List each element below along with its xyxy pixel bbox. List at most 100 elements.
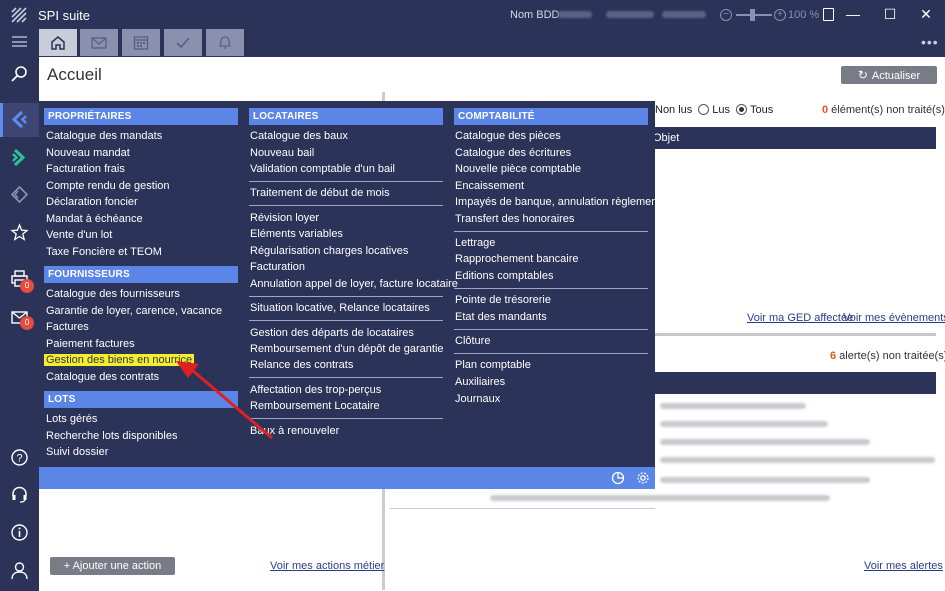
menu-item[interactable]: Impayés de banque, annulation règlement xyxy=(455,196,660,208)
menu-separator xyxy=(454,353,648,354)
menu-item[interactable]: Gestion des départs de locataires xyxy=(250,327,414,339)
filter-tous-radio[interactable] xyxy=(736,104,748,115)
link-see-alerts[interactable]: Voir mes alertes xyxy=(864,560,943,572)
menu-item[interactable]: Baux à renouveler xyxy=(250,425,339,437)
tab-calendar[interactable] xyxy=(122,29,160,56)
menu-separator xyxy=(249,181,443,182)
add-business-action-button[interactable]: + Ajouter une action métier xyxy=(50,557,175,590)
link-see-ged[interactable]: Voir ma GED affectée xyxy=(747,312,853,324)
pie-chart-icon[interactable] xyxy=(611,471,625,485)
menu-item[interactable]: Taxe Foncière et TEOM xyxy=(46,246,162,258)
tab-tasks[interactable] xyxy=(164,29,202,56)
menu-item[interactable]: Déclaration foncier xyxy=(46,196,138,208)
settings-gear-icon[interactable] xyxy=(636,471,650,485)
database-name-label: Nom BDD xyxy=(510,9,560,21)
menu-item[interactable]: Remboursement Locataire xyxy=(250,400,380,412)
menu-item[interactable]: Pointe de trésorerie xyxy=(455,294,551,306)
column-objet[interactable]: Objet xyxy=(653,132,679,144)
menu-item[interactable]: Mandat à échéance xyxy=(46,213,143,225)
diamond-arrows-icon[interactable] xyxy=(10,185,29,204)
menu-item[interactable]: Factures xyxy=(46,321,89,333)
menu-item[interactable]: Journaux xyxy=(455,393,500,405)
menu-item[interactable]: Recherche lots disponibles xyxy=(46,430,177,442)
menu-item[interactable]: Catalogue des pièces xyxy=(455,130,561,142)
menu-item[interactable]: Lettrage xyxy=(455,237,495,249)
menu-item-highlighted[interactable]: Gestion des biens en nourrice xyxy=(44,354,195,366)
mail-badge: 0 xyxy=(20,316,34,330)
database-info-blurred xyxy=(606,11,654,18)
menu-item[interactable]: Catalogue des contrats xyxy=(46,371,159,383)
tab-home[interactable] xyxy=(39,29,77,56)
menu-item[interactable]: Catalogue des mandats xyxy=(46,130,162,142)
calendar-icon xyxy=(133,36,149,50)
mega-menu: PROPRIÉTAIRES Catalogue des mandats Nouv… xyxy=(39,101,660,489)
menu-item[interactable]: Rapprochement bancaire xyxy=(455,253,579,265)
menu-separator xyxy=(454,329,648,330)
link-see-actions[interactable]: Voir mes actions métier xyxy=(270,560,384,572)
menu-item[interactable]: Paiement factures xyxy=(46,338,135,350)
blurred-alert-row xyxy=(660,421,828,427)
menu-item[interactable]: Auxiliaires xyxy=(455,376,505,388)
close-button[interactable]: ✕ xyxy=(915,4,937,24)
menu-item[interactable]: Annulation appel de loyer, facture locat… xyxy=(250,278,458,290)
menu-item[interactable]: Traitement de début de mois xyxy=(250,187,390,199)
menu-item[interactable]: Remboursement d'un dépôt de garantie xyxy=(250,343,444,355)
untreated-elements-count: 0 élément(s) non traité(s) xyxy=(822,104,945,116)
zoom-slider-thumb[interactable] xyxy=(750,9,755,21)
menu-item[interactable]: Relance des contrats xyxy=(250,359,353,371)
zoom-in-button[interactable]: + xyxy=(774,9,786,21)
menu-item[interactable]: Encaissement xyxy=(455,180,524,192)
link-see-events[interactable]: Voir mes évènements xyxy=(843,312,945,324)
horizontal-scrollbar[interactable] xyxy=(655,333,936,336)
document-icon[interactable] xyxy=(823,8,834,21)
tab-notifications[interactable] xyxy=(206,29,244,56)
zoom-out-button[interactable]: − xyxy=(720,9,732,21)
menu-item[interactable]: Validation comptable d'un bail xyxy=(250,163,395,175)
filter-lus-radio[interactable] xyxy=(698,104,710,115)
menu-item[interactable]: Suivi dossier xyxy=(46,446,108,458)
menu-item[interactable]: Eléments variables xyxy=(250,228,343,240)
menu-item[interactable]: Régularisation charges locatives xyxy=(250,245,408,257)
menu-item[interactable]: Etat des mandants xyxy=(455,311,547,323)
refresh-button[interactable]: ↻ Actualiser xyxy=(841,66,937,84)
tab-mail[interactable] xyxy=(80,29,118,56)
headset-icon[interactable] xyxy=(10,485,29,504)
menu-item[interactable]: Facturation xyxy=(250,261,305,273)
menu-separator xyxy=(249,205,443,206)
star-icon[interactable] xyxy=(10,223,29,242)
menu-item[interactable]: Garantie de loyer, carence, vacance xyxy=(46,305,222,317)
hamburger-menu-icon[interactable] xyxy=(12,36,27,47)
database-info-blurred xyxy=(558,11,592,18)
menu-item[interactable]: Nouveau bail xyxy=(250,147,314,159)
spi-menu-icon[interactable] xyxy=(10,110,29,129)
minimize-button[interactable]: — xyxy=(842,4,864,24)
menu-item[interactable]: Nouveau mandat xyxy=(46,147,130,159)
menu-item[interactable]: Révision loyer xyxy=(250,212,319,224)
menu-item[interactable]: Catalogue des écritures xyxy=(455,147,571,159)
alerts-table-header xyxy=(655,372,936,394)
menu-item[interactable]: Nouvelle pièce comptable xyxy=(455,163,581,175)
menu-item[interactable]: Vente d'un lot xyxy=(46,229,112,241)
search-icon[interactable] xyxy=(10,65,29,84)
menu-item[interactable]: Affectation des trop-perçus xyxy=(250,384,381,396)
user-icon[interactable] xyxy=(10,561,29,580)
help-icon[interactable]: ? xyxy=(10,448,29,467)
menu-item[interactable]: Transfert des honoraires xyxy=(455,213,574,225)
more-options-icon[interactable]: ••• xyxy=(921,34,939,50)
menu-item[interactable]: Editions comptables xyxy=(455,270,553,282)
alert-count-label: alerte(s) non traitée(s) xyxy=(836,350,945,362)
menu-item[interactable]: Clôture xyxy=(455,335,490,347)
menu-item[interactable]: Compte rendu de gestion xyxy=(46,180,170,192)
maximize-button[interactable]: ☐ xyxy=(879,4,901,24)
menu-item[interactable]: Facturation frais xyxy=(46,163,125,175)
read-filter: Non lus Lus Tous xyxy=(655,104,773,116)
menu-item[interactable]: Catalogue des baux xyxy=(250,130,348,142)
green-arrow-icon[interactable] xyxy=(10,148,29,167)
zoom-value: 100 % xyxy=(788,9,820,21)
menu-item[interactable]: Catalogue des fournisseurs xyxy=(46,288,180,300)
menu-item[interactable]: Situation locative, Relance locataires xyxy=(250,302,430,314)
info-icon[interactable] xyxy=(10,523,29,542)
menu-item[interactable]: Plan comptable xyxy=(455,359,531,371)
menu-item[interactable]: Lots gérés xyxy=(46,413,97,425)
refresh-label: Actualiser xyxy=(871,70,921,82)
